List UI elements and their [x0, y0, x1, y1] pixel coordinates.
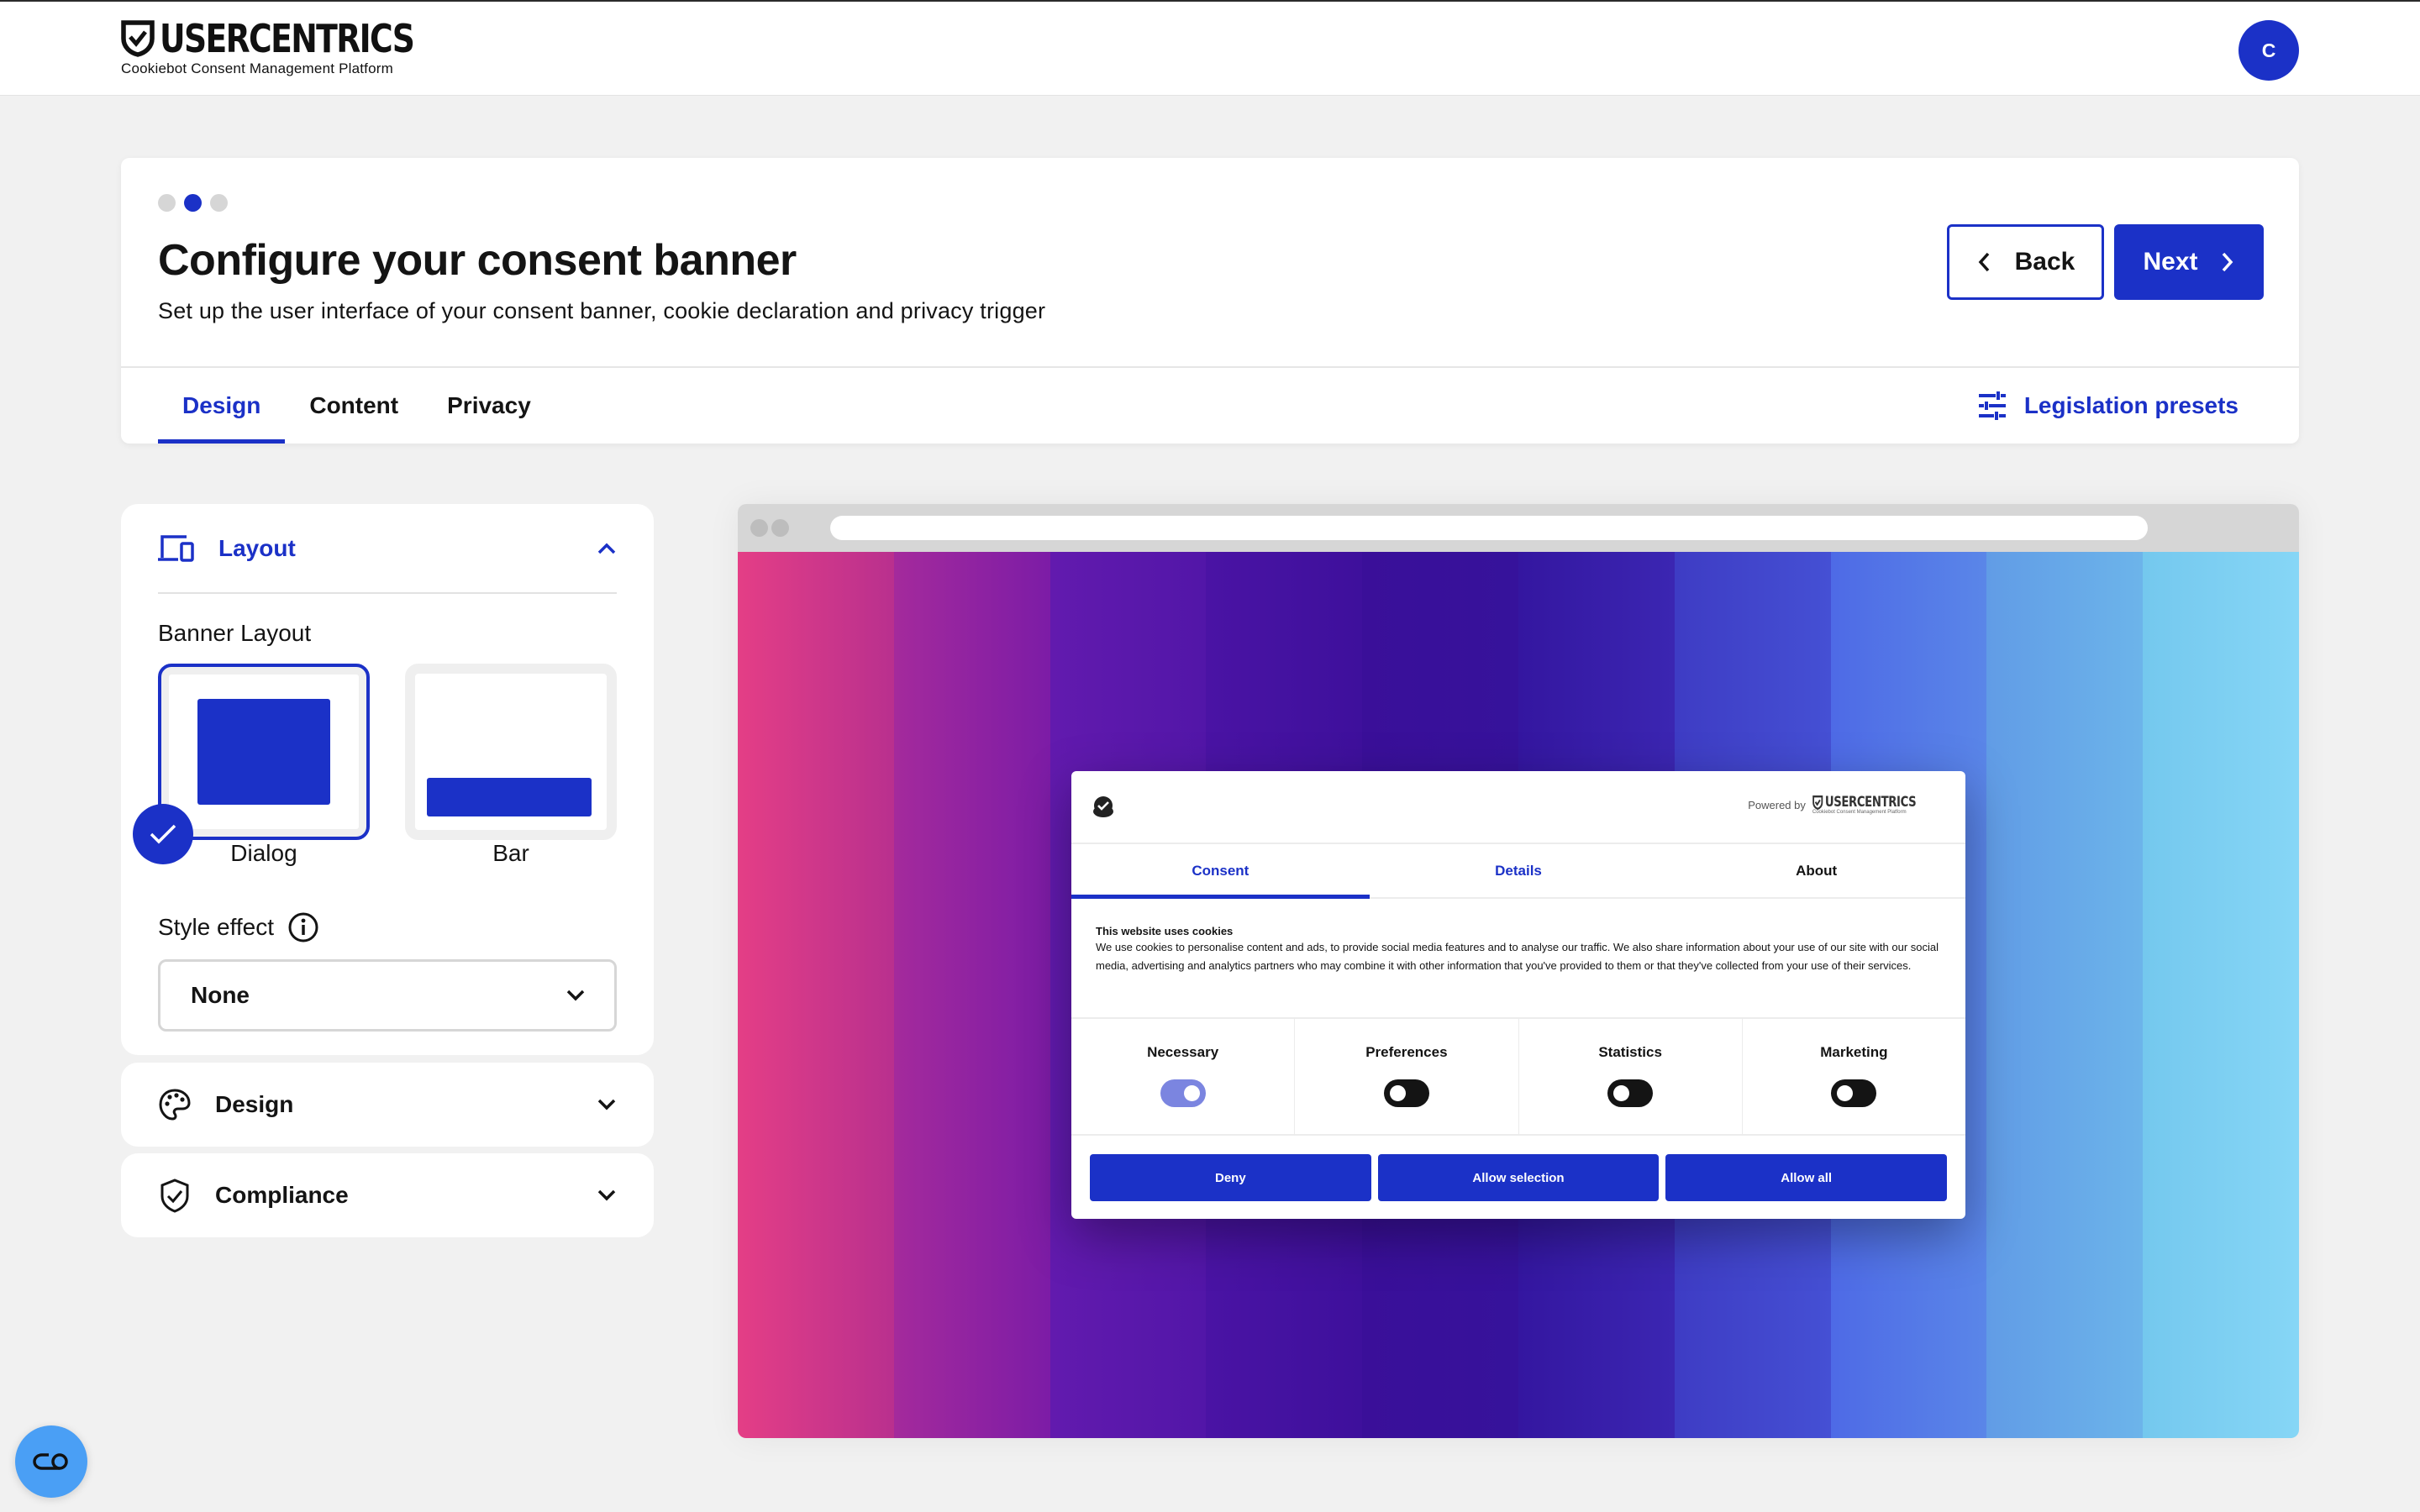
- consent-dialog-buttons: Deny Allow selection Allow all: [1090, 1154, 1948, 1201]
- usercentrics-logo[interactable]: USERCENTRICS Cookiebot Consent Managemen…: [121, 18, 470, 77]
- banner-layout-label: Banner Layout: [158, 620, 312, 646]
- compliance-accordion-header[interactable]: Compliance: [158, 1153, 617, 1237]
- chevron-up-icon: [597, 543, 616, 554]
- tab-privacy[interactable]: Privacy: [423, 368, 555, 444]
- chevron-down-icon: [597, 1189, 616, 1201]
- layout-option-bar[interactable]: [405, 664, 617, 840]
- style-effect-label-row: Style effect: [158, 911, 319, 943]
- step-dot-1: [158, 194, 176, 212]
- design-accordion: Design: [121, 1063, 654, 1147]
- step-dot-2-current: [184, 194, 202, 212]
- layout-option-dialog-label: Dialog: [230, 840, 297, 866]
- tab-design[interactable]: Design: [158, 368, 286, 444]
- cookiebot-logo-icon: [1093, 796, 1113, 817]
- consent-dialog-header: Powered by USERCENTRICS Cookiebot Consen…: [1071, 771, 1965, 844]
- preferences-toggle[interactable]: [1383, 1079, 1429, 1107]
- compliance-accordion: Compliance: [121, 1153, 654, 1237]
- category-marketing: Marketing: [1743, 1019, 1965, 1134]
- browser-dot-icon: [750, 519, 768, 537]
- layout-option-bar-label: Bar: [492, 840, 529, 866]
- bar-layout-thumbnail: [427, 778, 592, 816]
- statistics-toggle[interactable]: [1607, 1079, 1654, 1107]
- deny-button[interactable]: Deny: [1090, 1154, 1371, 1201]
- next-button-label: Next: [2143, 248, 2198, 276]
- marketing-toggle[interactable]: [1831, 1079, 1877, 1107]
- banner-preview: Powered by USERCENTRICS Cookiebot Consen…: [738, 504, 2299, 1438]
- user-avatar[interactable]: C: [2238, 20, 2299, 81]
- style-effect-select[interactable]: None: [158, 959, 617, 1032]
- chevron-left-icon: [1978, 252, 1989, 272]
- category-label: Marketing: [1820, 1044, 1888, 1060]
- legislation-presets-label: Legislation presets: [2023, 392, 2238, 418]
- compliance-accordion-title: Compliance: [215, 1182, 349, 1208]
- top-bar: USERCENTRICS Cookiebot Consent Managemen…: [0, 0, 2420, 96]
- layout-accordion-title: Layout: [218, 535, 296, 561]
- consent-dialog-tabs: Consent Details About: [1071, 844, 1965, 899]
- category-label: Statistics: [1598, 1044, 1662, 1060]
- category-necessary: Necessary: [1071, 1019, 1296, 1134]
- necessary-toggle[interactable]: [1160, 1079, 1206, 1107]
- consent-dialog: Powered by USERCENTRICS Cookiebot Consen…: [1071, 771, 1965, 1219]
- browser-dot-icon: [771, 519, 789, 537]
- config-tabs: Design Content Privacy: [158, 368, 555, 444]
- design-accordion-title: Design: [215, 1091, 294, 1117]
- style-effect-value: None: [191, 982, 250, 1008]
- dialog-tab-details[interactable]: Details: [1370, 844, 1668, 897]
- consent-categories: Necessary Preferences Statistics Marketi…: [1071, 1017, 1965, 1136]
- back-button-label: Back: [2014, 248, 2075, 276]
- step-dot-3: [210, 194, 228, 212]
- brand-name: USERCENTRICS: [160, 16, 415, 61]
- info-icon[interactable]: [287, 911, 319, 943]
- chevron-down-icon: [566, 990, 585, 1001]
- back-button[interactable]: Back: [1947, 224, 2104, 300]
- powered-by-usercentrics: Powered by USERCENTRICS Cookiebot Consen…: [1748, 795, 1945, 815]
- page-subtitle: Set up the user interface of your consen…: [158, 298, 1046, 323]
- shield-check-icon: [160, 1179, 189, 1213]
- powered-by-label: Powered by: [1748, 798, 1806, 811]
- dialog-tab-about[interactable]: About: [1667, 844, 1965, 897]
- category-preferences: Preferences: [1295, 1019, 1519, 1134]
- allow-selection-button[interactable]: Allow selection: [1377, 1154, 1660, 1201]
- design-accordion-header[interactable]: Design: [158, 1063, 617, 1147]
- sliders-icon: [1978, 391, 2006, 420]
- browser-chrome: [738, 504, 2299, 552]
- consent-dialog-body: This website uses cookies We use cookies…: [1096, 925, 1941, 975]
- category-label: Preferences: [1365, 1044, 1448, 1060]
- layout-accordion: Layout Banner Layout Dialog Bar Style ef…: [121, 504, 654, 1055]
- layout-divider: [158, 592, 617, 594]
- dialog-layout-thumbnail: [197, 699, 330, 805]
- devices-icon: [158, 535, 194, 562]
- next-button[interactable]: Next: [2114, 224, 2264, 300]
- powered-by-brand: USERCENTRICS: [1824, 794, 1917, 811]
- page-header-card: Configure your consent banner Set up the…: [121, 158, 2299, 444]
- page-title: Configure your consent banner: [158, 236, 797, 285]
- preview-stripe: [738, 552, 894, 1438]
- chevron-down-icon: [597, 1099, 616, 1110]
- dialog-tab-consent[interactable]: Consent: [1071, 844, 1370, 899]
- legislation-presets-button[interactable]: Legislation presets: [1977, 368, 2238, 444]
- layout-option-dialog[interactable]: [158, 664, 370, 840]
- privacy-trigger-icon: [33, 1453, 68, 1470]
- layout-accordion-header[interactable]: Layout: [158, 504, 617, 593]
- preview-stripe: [2143, 552, 2299, 1438]
- preview-stripe: [893, 552, 1050, 1438]
- shield-check-logo-icon: [1812, 795, 1823, 810]
- style-effect-label: Style effect: [158, 914, 275, 940]
- category-label: Necessary: [1147, 1044, 1219, 1060]
- preview-stripe: [1986, 552, 2144, 1438]
- browser-url-bar: [830, 516, 2148, 540]
- consent-dialog-title: This website uses cookies: [1096, 925, 1234, 937]
- privacy-trigger-button[interactable]: [15, 1425, 87, 1498]
- category-statistics: Statistics: [1519, 1019, 1743, 1134]
- chevron-right-icon: [2222, 252, 2233, 272]
- step-indicator: [158, 194, 228, 212]
- tab-content[interactable]: Content: [285, 368, 423, 444]
- palette-icon: [159, 1089, 191, 1121]
- shield-check-logo-icon: [121, 20, 155, 57]
- brand-subtitle: Cookiebot Consent Management Platform: [121, 60, 393, 76]
- allow-all-button[interactable]: Allow all: [1665, 1154, 1948, 1201]
- consent-dialog-text: We use cookies to personalise content an…: [1096, 941, 1939, 972]
